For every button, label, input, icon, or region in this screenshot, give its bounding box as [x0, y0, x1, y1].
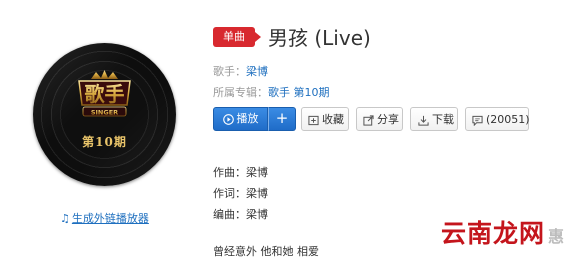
watermark: 云南龙网惠	[441, 214, 564, 254]
play-icon	[222, 113, 234, 125]
collect-icon	[308, 115, 319, 125]
comments-button[interactable]: (20051)	[465, 107, 530, 131]
album-row: 所属专辑：歌手 第10期	[213, 84, 330, 100]
generate-player-link[interactable]: ♫ 生成外链播放器	[60, 210, 149, 226]
episode-label: 第10期	[82, 135, 127, 149]
album-cover: 歌手 SINGER 第10期	[33, 43, 176, 186]
album-link[interactable]: 歌手 第10期	[268, 86, 330, 99]
watermark-text: 云南龙网	[441, 219, 546, 248]
watermark-mark: 惠	[548, 227, 565, 246]
singer-show-logo: 歌手 SINGER	[69, 69, 140, 121]
add-to-playlist-button[interactable]: +	[268, 107, 296, 131]
share-icon	[363, 114, 374, 126]
download-button[interactable]: 下载	[410, 107, 458, 131]
share-button[interactable]: 分享	[356, 107, 403, 131]
lyricist-line: 作词：梁博	[213, 187, 268, 200]
singer-row: 歌手：梁博	[213, 63, 268, 79]
composer-line: 作曲：梁博	[213, 166, 268, 179]
music-note-icon: ♫	[60, 212, 70, 225]
song-title: 男孩 (Live)	[268, 26, 371, 50]
lyric-first-line: 曾经意外 他和她 相爱	[213, 245, 319, 258]
play-button[interactable]: 播放	[213, 107, 268, 131]
player-link-label: 生成外链播放器	[71, 212, 149, 225]
single-badge: 单曲	[213, 27, 261, 47]
comment-count: (20051)	[486, 113, 530, 126]
arranger-line: 编曲：梁博	[213, 208, 268, 221]
play-label: 播放	[236, 112, 259, 125]
download-label: 下载	[432, 113, 454, 126]
comment-icon	[472, 115, 483, 126]
singer-link[interactable]: 梁博	[246, 65, 268, 78]
download-icon	[418, 115, 429, 126]
share-label: 分享	[377, 113, 399, 126]
logo-subtext: SINGER	[91, 109, 118, 117]
collect-label: 收藏	[322, 113, 344, 126]
singer-key: 歌手：	[213, 65, 246, 78]
collect-button[interactable]: 收藏	[301, 107, 349, 131]
album-key: 所属专辑：	[213, 86, 268, 99]
logo-text: 歌手	[85, 82, 125, 106]
